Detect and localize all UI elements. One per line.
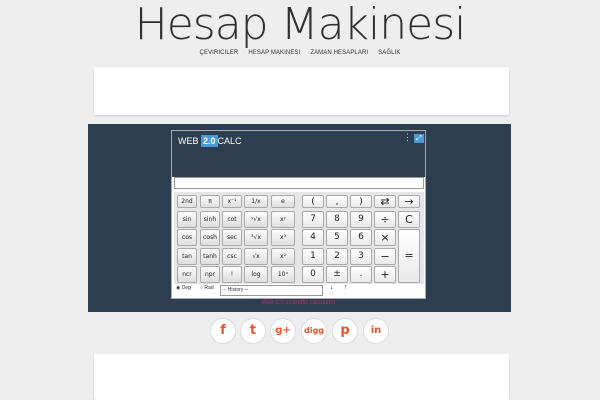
history-select[interactable]: -- History -- xyxy=(220,285,323,296)
calc-key[interactable]: 1 xyxy=(302,248,324,265)
calc-key[interactable]: 8 xyxy=(326,211,348,228)
calc-key[interactable]: → xyxy=(398,195,420,208)
calc-key[interactable]: sin xyxy=(177,211,197,228)
facebook-icon[interactable]: f xyxy=(210,318,236,344)
calc-key[interactable]: cot xyxy=(222,211,242,228)
calc-key[interactable]: 6 xyxy=(350,229,372,246)
ad-banner-bottom xyxy=(94,354,509,400)
calc-key[interactable]: − xyxy=(374,248,396,265)
calc-key[interactable]: ( xyxy=(302,195,324,208)
calc-key[interactable]: 2nd xyxy=(177,195,197,208)
nav-separator: · xyxy=(242,50,245,56)
calc-key[interactable]: = xyxy=(398,229,420,283)
history-up-button[interactable]: ↑ xyxy=(344,284,348,291)
calc-key[interactable]: csc xyxy=(222,248,242,265)
nav-item-calculator[interactable]: HESAP MAKINESI xyxy=(248,50,300,56)
calc-key[interactable]: x³ xyxy=(271,229,295,246)
calc-key[interactable]: π xyxy=(200,195,220,208)
pinterest-icon[interactable]: p xyxy=(332,318,358,344)
calculator-bottom-row: ◉ Deg ○ Rad -- History -- ↓ ↑ xyxy=(174,284,424,298)
ad-banner-top xyxy=(94,67,509,115)
calc-key[interactable]: 1/x xyxy=(244,195,268,208)
calc-key[interactable]: log xyxy=(244,266,268,283)
calc-key[interactable]: tanh xyxy=(200,248,220,265)
calculator-keypad: 2nd π x⁻¹ 1/x e(,) ⇄ → sin sinh cot ʸ√x xʸ 7 8 9 ÷ Ccos c… xyxy=(174,192,424,284)
twitter-icon[interactable]: t xyxy=(240,318,266,344)
digg-icon[interactable]: digg xyxy=(301,318,327,344)
deg-radio[interactable]: ◉ Deg xyxy=(176,285,191,291)
google-plus-icon[interactable]: g+ xyxy=(270,318,296,344)
calc-key[interactable]: xʸ xyxy=(271,211,295,228)
nav-separator: · xyxy=(372,50,375,56)
calc-key[interactable]: 10ˣ xyxy=(271,266,295,283)
calc-key[interactable]: ⇄ xyxy=(374,195,396,208)
calc-key[interactable]: ) xyxy=(350,195,372,208)
calc-key[interactable]: e xyxy=(271,195,295,208)
calc-key[interactable]: ÷ xyxy=(374,211,396,228)
calc-key[interactable]: 7 xyxy=(302,211,324,228)
calc-key[interactable]: sec xyxy=(222,229,242,246)
calc-key[interactable]: x⁻¹ xyxy=(222,195,242,208)
page-title: Hesap Makinesi xyxy=(134,0,467,50)
calc-key[interactable]: . xyxy=(350,266,372,283)
calc-key[interactable]: + xyxy=(374,266,396,283)
calc-key[interactable]: 0 xyxy=(302,266,324,283)
calc-key[interactable]: 2 xyxy=(326,248,348,265)
calc-key[interactable]: 9 xyxy=(350,211,372,228)
rad-radio[interactable]: ○ Rad xyxy=(200,285,214,291)
calc-key[interactable]: x² xyxy=(271,248,295,265)
calc-key[interactable]: ! xyxy=(222,266,242,283)
calc-key[interactable]: tan xyxy=(177,248,197,265)
calculator-caption[interactable]: Web 2.0 scientific calculator xyxy=(171,300,426,309)
linkedin-icon[interactable]: in xyxy=(363,318,389,344)
nav-item-health[interactable]: SAĞLIK xyxy=(378,50,400,56)
calculator-input[interactable] xyxy=(174,177,424,189)
calc-key[interactable]: 5 xyxy=(326,229,348,246)
calc-key[interactable]: cos xyxy=(177,229,197,246)
calculator-logo: WEB 2.0 CALC xyxy=(178,135,242,147)
calc-key[interactable]: npr xyxy=(200,266,220,283)
nav-item-time-calculations[interactable]: ZAMAN HESAPLARI xyxy=(310,50,368,56)
calc-key[interactable]: ± xyxy=(326,266,348,283)
expand-icon[interactable]: ⤢ xyxy=(414,134,424,143)
calc-key[interactable]: ³√x xyxy=(244,229,268,246)
calculator: WEB 2.0 CALC ⋮ ⤢ 2nd π x⁻¹ 1/x e(,) ⇄ → sin sinh c… xyxy=(171,130,426,299)
nav-separator: · xyxy=(304,50,307,56)
main-nav: ÇEVIRICILER · HESAP MAKINESI · ZAMAN HESAPLA… xyxy=(0,50,600,62)
menu-icon[interactable]: ⋮ xyxy=(403,133,412,142)
calc-key[interactable]: × xyxy=(374,229,396,246)
calc-key[interactable]: C xyxy=(398,211,420,228)
calc-key[interactable]: sinh xyxy=(200,211,220,228)
calculator-screen: WEB 2.0 CALC ⋮ ⤢ xyxy=(172,131,425,177)
calc-key[interactable]: ʸ√x xyxy=(244,211,268,228)
nav-item-converters[interactable]: ÇEVIRICILER xyxy=(200,50,239,56)
calc-key[interactable]: cosh xyxy=(200,229,220,246)
calc-key[interactable]: 4 xyxy=(302,229,324,246)
history-down-button[interactable]: ↓ xyxy=(330,284,334,291)
calc-key[interactable]: √x xyxy=(244,248,268,265)
calc-key[interactable]: 3 xyxy=(350,248,372,265)
calc-key[interactable]: ncr xyxy=(177,266,197,283)
calc-key[interactable]: , xyxy=(326,195,348,208)
